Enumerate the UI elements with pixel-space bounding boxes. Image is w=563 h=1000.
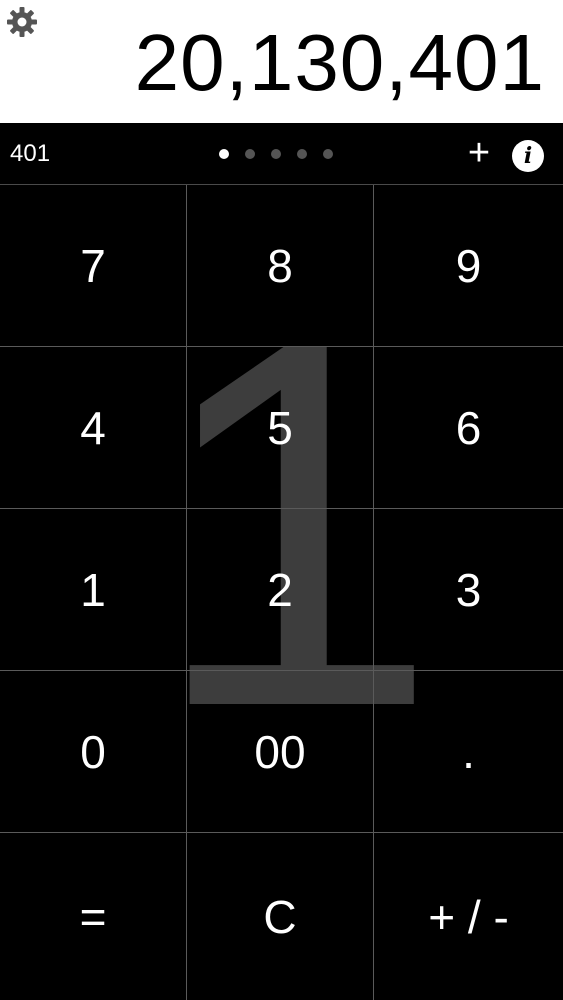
key-grid: 7 8 9 4 5 6 1 2 3 0 00. = C + / -	[0, 185, 563, 1000]
key-00[interactable]: 00	[187, 671, 374, 833]
page-dot[interactable]	[297, 149, 307, 159]
page-dot[interactable]	[245, 149, 255, 159]
key-2[interactable]: 2	[187, 509, 374, 671]
key-5[interactable]: 5	[187, 347, 374, 509]
key-8[interactable]: 8	[187, 185, 374, 347]
page-indicator[interactable]	[219, 149, 333, 159]
key-clear[interactable]: C	[187, 833, 374, 1000]
key-3[interactable]: 3	[374, 509, 563, 671]
key-equals[interactable]: =	[0, 833, 187, 1000]
gear-icon[interactable]	[4, 4, 40, 40]
secondary-value: 401	[10, 140, 51, 167]
page-dot[interactable]	[219, 149, 229, 159]
key-1[interactable]: 1	[0, 509, 187, 671]
keypad: 1 7 8 9 4 5 6 1 2 3 0 00. = C + / -	[0, 185, 563, 1000]
key-decimal[interactable]: .	[374, 671, 563, 833]
key-sign[interactable]: + / -	[374, 833, 563, 1000]
key-4[interactable]: 4	[0, 347, 187, 509]
key-0[interactable]: 0	[0, 671, 187, 833]
status-bar: 401 +	[0, 123, 563, 185]
key-9[interactable]: 9	[374, 185, 563, 347]
plus-icon[interactable]: +	[462, 133, 496, 173]
info-icon[interactable]: i	[512, 140, 544, 172]
calculator-app: 20,130,401 401 + i 1 7 8 9 4 5 6 1 2 3 0 00. = C + / …	[0, 0, 563, 1000]
key-7[interactable]: 7	[0, 185, 187, 347]
display-value: 20,130,401	[134, 18, 545, 107]
display-panel: 20,130,401	[0, 0, 563, 123]
page-dot[interactable]	[323, 149, 333, 159]
page-dot[interactable]	[271, 149, 281, 159]
key-6[interactable]: 6	[374, 347, 563, 509]
